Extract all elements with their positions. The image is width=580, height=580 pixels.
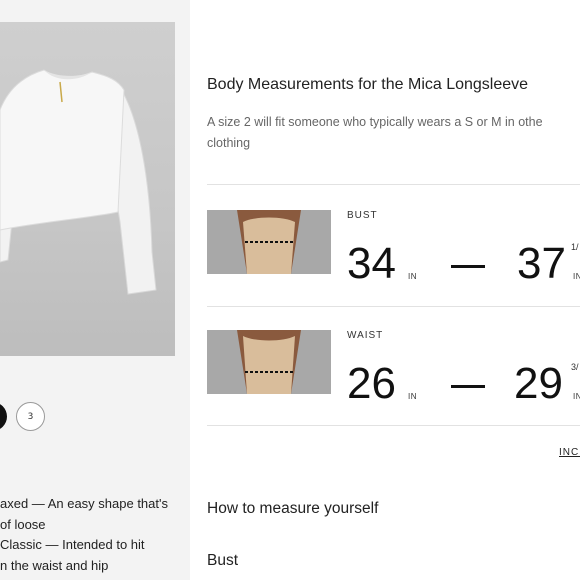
divider (207, 184, 580, 185)
shirt-body (0, 69, 125, 231)
fit-description: axed — An easy shape that's of loose Cla… (0, 494, 185, 576)
fraction-label: 1/ (571, 242, 579, 252)
range-dash (451, 385, 485, 388)
product-image[interactable] (0, 22, 175, 356)
fit-line: Classic — Intended to hit (0, 537, 145, 552)
bust-min-value: 34 (347, 239, 396, 288)
size-swatch-selected[interactable] (0, 402, 7, 431)
waist-figure (207, 330, 331, 394)
bust-figure (207, 210, 331, 274)
description-line: A size 2 will fit someone who typically … (207, 115, 543, 129)
fit-line: of loose (0, 516, 46, 532)
measurement-label: BUST (347, 210, 378, 221)
divider (207, 306, 580, 307)
waist-min-value: 26 (347, 359, 396, 408)
how-to-measure-heading: How to measure yourself (207, 500, 379, 517)
divider (207, 425, 580, 426)
range-dash (451, 265, 485, 268)
unit-toggle-link[interactable]: INCH (559, 447, 580, 458)
size-guide-description: A size 2 will fit someone who typically … (207, 112, 580, 153)
measurement-label: WAIST (347, 330, 384, 341)
bust-measurement-image (207, 210, 331, 274)
product-panel: 3 axed — An easy shape that's of loose C… (0, 0, 190, 580)
unit-label: IN (573, 392, 580, 401)
waist-max-value: 29 (514, 359, 563, 408)
unit-label: IN (408, 392, 417, 401)
unit-label: IN (408, 272, 417, 281)
size-guide-heading: Body Measurements for the Mica Longsleev… (207, 76, 529, 93)
fit-line: n the waist and hip (0, 557, 109, 573)
longsleeve-shirt-image (0, 69, 157, 295)
waist-measurement-image (207, 330, 331, 394)
size-guide-panel: Body Measurements for the Mica Longsleev… (207, 0, 580, 580)
fit-line: axed — An easy shape that's (0, 496, 168, 511)
bust-section-heading: Bust (207, 552, 239, 569)
size-swatch-3[interactable]: 3 (16, 402, 45, 431)
fraction-label: 3/ (571, 362, 579, 372)
bust-max-value: 37 (517, 239, 566, 288)
unit-label: IN (573, 272, 580, 281)
description-line: clothing (207, 135, 251, 150)
